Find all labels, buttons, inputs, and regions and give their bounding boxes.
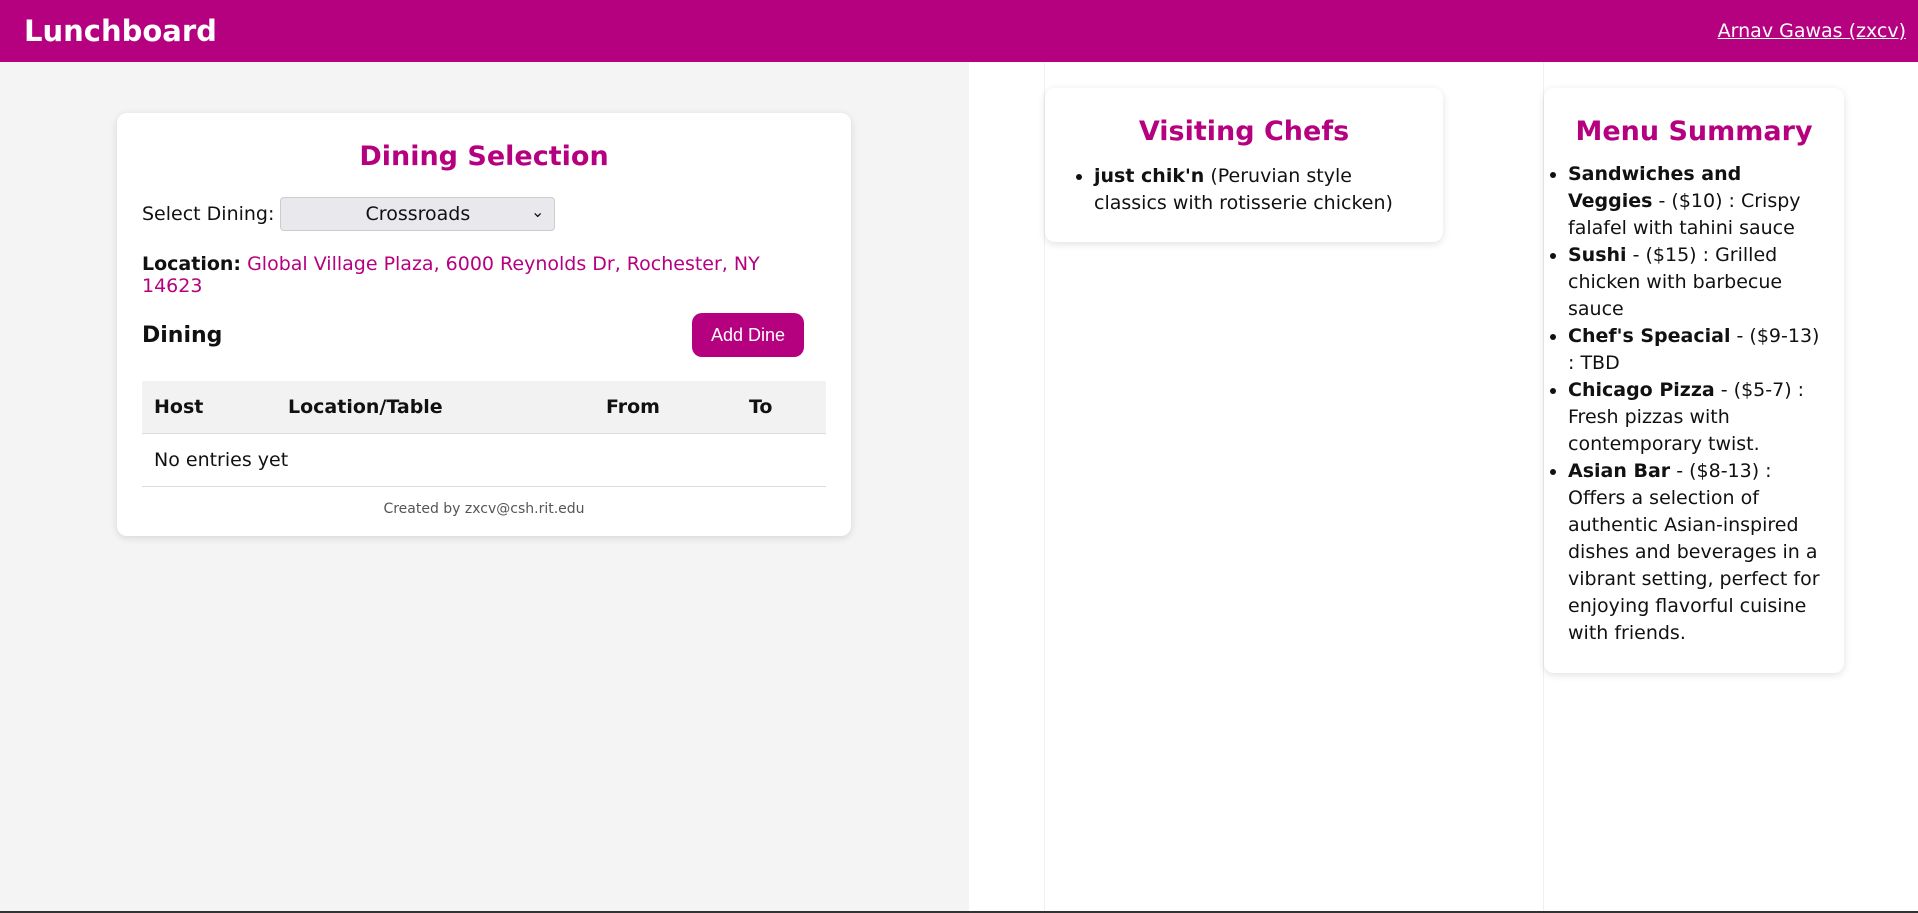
dining-selection-card: Dining Selection Select Dining: Crossroa…: [117, 113, 851, 536]
visiting-chefs-card: Visiting Chefs just chik'n (Peruvian sty…: [1045, 88, 1443, 242]
brand-logo[interactable]: Lunchboard: [24, 14, 217, 48]
select-dining-label: Select Dining:: [142, 203, 275, 225]
user-profile-link[interactable]: Arnav Gawas (zxcv): [1718, 20, 1906, 42]
menu-item-name: Chicago Pizza: [1568, 379, 1715, 401]
list-item: just chik'n (Peruvian style classics wit…: [1094, 163, 1423, 217]
menu-summary-title: Menu Summary: [1575, 116, 1813, 147]
column-header-location: Location/Table: [276, 381, 594, 434]
dining-section-header: Dining Add Dine: [142, 313, 826, 357]
column-header-to: To: [737, 381, 826, 434]
dining-select-value: Crossroads: [365, 203, 471, 225]
visiting-chefs-title: Visiting Chefs: [1138, 116, 1350, 147]
list-item: Chicago Pizza - ($5-7) : Fresh pizzas wi…: [1568, 377, 1824, 458]
table-header-row: Host Location/Table From To: [142, 381, 826, 434]
menu-item-name: Chef's Speacial: [1568, 325, 1731, 347]
list-item: Sandwiches and Veggies - ($10) : Crispy …: [1568, 161, 1824, 242]
dining-section-label: Dining: [142, 322, 223, 348]
column-header-from: From: [594, 381, 737, 434]
dining-table: Host Location/Table From To No entries y…: [142, 381, 826, 487]
location-row: Location: Global Village Plaza, 6000 Rey…: [142, 253, 826, 297]
add-dine-button[interactable]: Add Dine: [692, 313, 804, 357]
empty-table-message: No entries yet: [142, 433, 826, 487]
created-by-footer: Created by zxcv@csh.rit.edu: [383, 500, 585, 517]
menu-summary-card: Menu Summary Sandwiches and Veggies - ($…: [1544, 88, 1844, 673]
menu-summary-list: Sandwiches and Veggies - ($10) : Crispy …: [1544, 161, 1824, 647]
select-dining-row: Select Dining: Crossroads ⌄: [142, 197, 826, 231]
menu-item-name: Asian Bar: [1568, 460, 1671, 482]
list-item: Asian Bar - ($8-13) : Offers a selection…: [1568, 458, 1824, 647]
column-header-host: Host: [142, 381, 276, 434]
chef-name: just chik'n: [1094, 165, 1205, 187]
table-row: No entries yet: [142, 433, 826, 487]
location-label: Location:: [142, 253, 242, 275]
top-navbar: Lunchboard Arnav Gawas (zxcv): [0, 0, 1918, 62]
list-item: Chef's Speacial - ($9-13) : TBD: [1568, 323, 1824, 377]
list-item: Sushi - ($15) : Grilled chicken with bar…: [1568, 242, 1824, 323]
visiting-chefs-list: just chik'n (Peruvian style classics wit…: [1070, 163, 1423, 217]
chevron-down-icon: ⌄: [530, 202, 545, 221]
menu-item-description: - ($8-13) : Offers a selection of authen…: [1568, 460, 1820, 644]
dining-select[interactable]: Crossroads ⌄: [280, 197, 556, 231]
menu-item-name: Sushi: [1568, 244, 1627, 266]
dining-selection-title: Dining Selection: [359, 141, 609, 172]
